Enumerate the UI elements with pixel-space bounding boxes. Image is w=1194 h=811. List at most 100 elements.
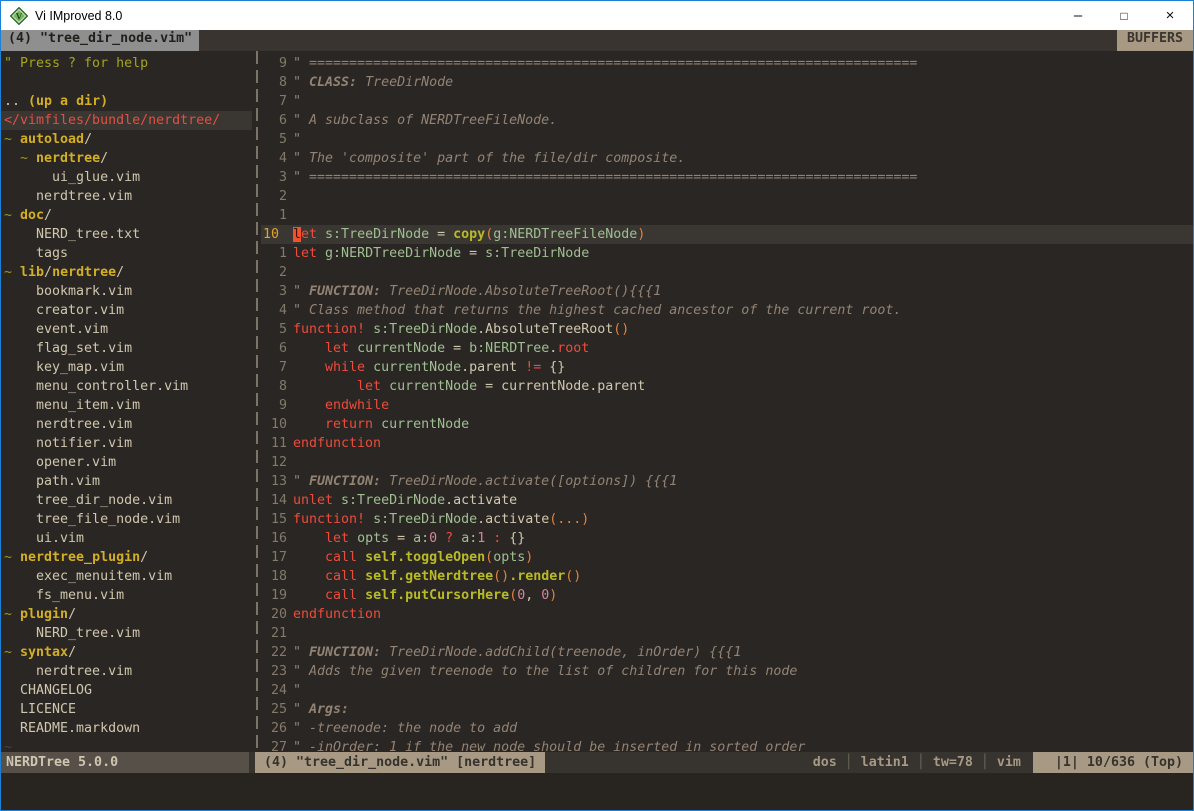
nerdtree-item[interactable]: opener.vim <box>4 453 252 472</box>
command-line[interactable] <box>1 773 1193 810</box>
main-area: " Press ? for help .. (up a dir)</vimfile… <box>1 51 1193 752</box>
minimize-icon: – <box>1074 7 1082 24</box>
code-line[interactable]: 18 call self.getNerdtree().render() <box>261 567 1193 586</box>
nerdtree-item[interactable]: ~ lib/nerdtree/ <box>4 263 252 282</box>
code-line[interactable]: 9 endwhile <box>261 396 1193 415</box>
nerdtree-item[interactable]: ~ nerdtree/ <box>4 149 252 168</box>
code-line[interactable]: 3" =====================================… <box>261 168 1193 187</box>
code-line[interactable]: 27" -inOrder: 1 if the new node should b… <box>261 738 1193 752</box>
statusline-position: |1| 10/636 (Top) <box>1033 752 1193 773</box>
nerdtree-item[interactable]: tree_dir_node.vim <box>4 491 252 510</box>
nerdtree-item[interactable]: exec_menuitem.vim <box>4 567 252 586</box>
code-line[interactable]: 8" CLASS: TreeDirNode <box>261 73 1193 92</box>
close-icon: × <box>1166 7 1175 24</box>
nerdtree-item[interactable]: creator.vim <box>4 301 252 320</box>
nerdtree-item[interactable]: </vimfiles/bundle/nerdtree/ <box>1 111 252 130</box>
line-number: 9 <box>261 54 287 73</box>
nerdtree-item[interactable]: README.markdown <box>4 719 252 738</box>
code-line[interactable]: 4" The 'composite' part of the file/dir … <box>261 149 1193 168</box>
code-line[interactable]: 19 call self.putCursorHere(0, 0) <box>261 586 1193 605</box>
nerdtree-item[interactable]: ui_glue.vim <box>4 168 252 187</box>
code-line[interactable]: 9" =====================================… <box>261 54 1193 73</box>
code-line[interactable]: 8 let currentNode = currentNode.parent <box>261 377 1193 396</box>
statusline-flag: vim <box>997 755 1021 770</box>
nerdtree-item[interactable]: .. (up a dir) <box>4 92 252 111</box>
tab-tree-dir-node[interactable]: (4) "tree_dir_node.vim" <box>1 30 199 51</box>
nerdtree-item[interactable]: flag_set.vim <box>4 339 252 358</box>
nerdtree-item[interactable]: fs_menu.vim <box>4 586 252 605</box>
code-line[interactable]: 24" <box>261 681 1193 700</box>
code-line[interactable]: 23" Adds the given treenode to the list … <box>261 662 1193 681</box>
minimize-button[interactable]: – <box>1055 1 1101 30</box>
nerdtree-item[interactable]: " Press ? for help <box>4 54 252 73</box>
nerdtree-item[interactable]: path.vim <box>4 472 252 491</box>
nerdtree-item[interactable]: ui.vim <box>4 529 252 548</box>
nerdtree-item[interactable] <box>4 73 252 92</box>
code-line[interactable]: 21 <box>261 624 1193 643</box>
nerdtree-item[interactable]: ~ autoload/ <box>4 130 252 149</box>
code-line[interactable]: 3" FUNCTION: TreeDirNode.AbsoluteTreeRoo… <box>261 282 1193 301</box>
nerdtree-statusline: NERDTree 5.0.0 <box>1 752 249 773</box>
code-line[interactable]: 15function! s:TreeDirNode.activate(...) <box>261 510 1193 529</box>
nerdtree-item[interactable]: LICENCE <box>4 700 252 719</box>
nerdtree-item[interactable]: ~ nerdtree_plugin/ <box>4 548 252 567</box>
code-line[interactable]: 7" <box>261 92 1193 111</box>
code-line[interactable]: 13" FUNCTION: TreeDirNode.activate([opti… <box>261 472 1193 491</box>
code-line[interactable]: 1let g:NERDTreeDirNode = s:TreeDirNode <box>261 244 1193 263</box>
nerdtree-item[interactable]: tags <box>4 244 252 263</box>
code-line[interactable]: 26" -treenode: the node to add <box>261 719 1193 738</box>
nerdtree-panel[interactable]: " Press ? for help .. (up a dir)</vimfile… <box>1 51 252 752</box>
nerdtree-item[interactable]: NERD_tree.vim <box>4 624 252 643</box>
window-title: Vi IMproved 8.0 <box>35 9 1055 23</box>
code-line[interactable]: 1 <box>261 206 1193 225</box>
nerdtree-item[interactable]: tree_file_node.vim <box>4 510 252 529</box>
nerdtree-item[interactable]: notifier.vim <box>4 434 252 453</box>
line-number: 18 <box>261 567 287 586</box>
line-number: 23 <box>261 662 287 681</box>
nerdtree-item[interactable]: ~ syntax/ <box>4 643 252 662</box>
maximize-button[interactable]: □ <box>1101 1 1147 30</box>
code-line[interactable]: 6 let currentNode = b:NERDTree.root <box>261 339 1193 358</box>
code-line[interactable]: 6" A subclass of NERDTreeFileNode. <box>261 111 1193 130</box>
nerdtree-item[interactable]: ~ plugin/ <box>4 605 252 624</box>
line-number: 5 <box>261 130 287 149</box>
code-line[interactable]: 11endfunction <box>261 434 1193 453</box>
line-number: 26 <box>261 719 287 738</box>
tabline: (4) "tree_dir_node.vim" BUFFERS <box>1 30 1193 51</box>
code-line[interactable]: 16 let opts = a:0 ? a:1 : {} <box>261 529 1193 548</box>
nerdtree-item[interactable]: event.vim <box>4 320 252 339</box>
nerdtree-item[interactable]: menu_controller.vim <box>4 377 252 396</box>
nerdtree-item[interactable]: key_map.vim <box>4 358 252 377</box>
code-line[interactable]: 10 return currentNode <box>261 415 1193 434</box>
nerdtree-item[interactable]: nerdtree.vim <box>4 662 252 681</box>
code-line-current[interactable]: 10let s:TreeDirNode = copy(g:NERDTreeFil… <box>261 225 1193 244</box>
nerdtree-item[interactable]: ~ <box>4 738 252 752</box>
code-line[interactable]: 14unlet s:TreeDirNode.activate <box>261 491 1193 510</box>
nerdtree-item[interactable]: nerdtree.vim <box>4 187 252 206</box>
code-line[interactable]: 5" <box>261 130 1193 149</box>
nerdtree-item[interactable]: ~ doc/ <box>4 206 252 225</box>
code-line[interactable]: 4" Class method that returns the highest… <box>261 301 1193 320</box>
code-line[interactable]: 2 <box>261 187 1193 206</box>
code-line[interactable]: 20endfunction <box>261 605 1193 624</box>
code-line[interactable]: 12 <box>261 453 1193 472</box>
line-number: 9 <box>261 396 287 415</box>
line-number: 16 <box>261 529 287 548</box>
nerdtree-item[interactable]: CHANGELOG <box>4 681 252 700</box>
code-line[interactable]: 25" Args: <box>261 700 1193 719</box>
code-line[interactable]: 5function! s:TreeDirNode.AbsoluteTreeRoo… <box>261 320 1193 339</box>
flag-separator: │ <box>909 755 933 770</box>
nerdtree-item[interactable]: NERD_tree.txt <box>4 225 252 244</box>
code-line[interactable]: 2 <box>261 263 1193 282</box>
nerdtree-item[interactable]: menu_item.vim <box>4 396 252 415</box>
nerdtree-item[interactable]: bookmark.vim <box>4 282 252 301</box>
nerdtree-item[interactable]: nerdtree.vim <box>4 415 252 434</box>
code-line[interactable]: 22" FUNCTION: TreeDirNode.addChild(treen… <box>261 643 1193 662</box>
line-number: 4 <box>261 149 287 168</box>
code-line[interactable]: 17 call self.toggleOpen(opts) <box>261 548 1193 567</box>
line-number: 24 <box>261 681 287 700</box>
editor-pane[interactable]: 9" =====================================… <box>261 51 1193 752</box>
code-line[interactable]: 7 while currentNode.parent != {} <box>261 358 1193 377</box>
line-number: 6 <box>261 339 287 358</box>
close-button[interactable]: × <box>1147 1 1193 30</box>
